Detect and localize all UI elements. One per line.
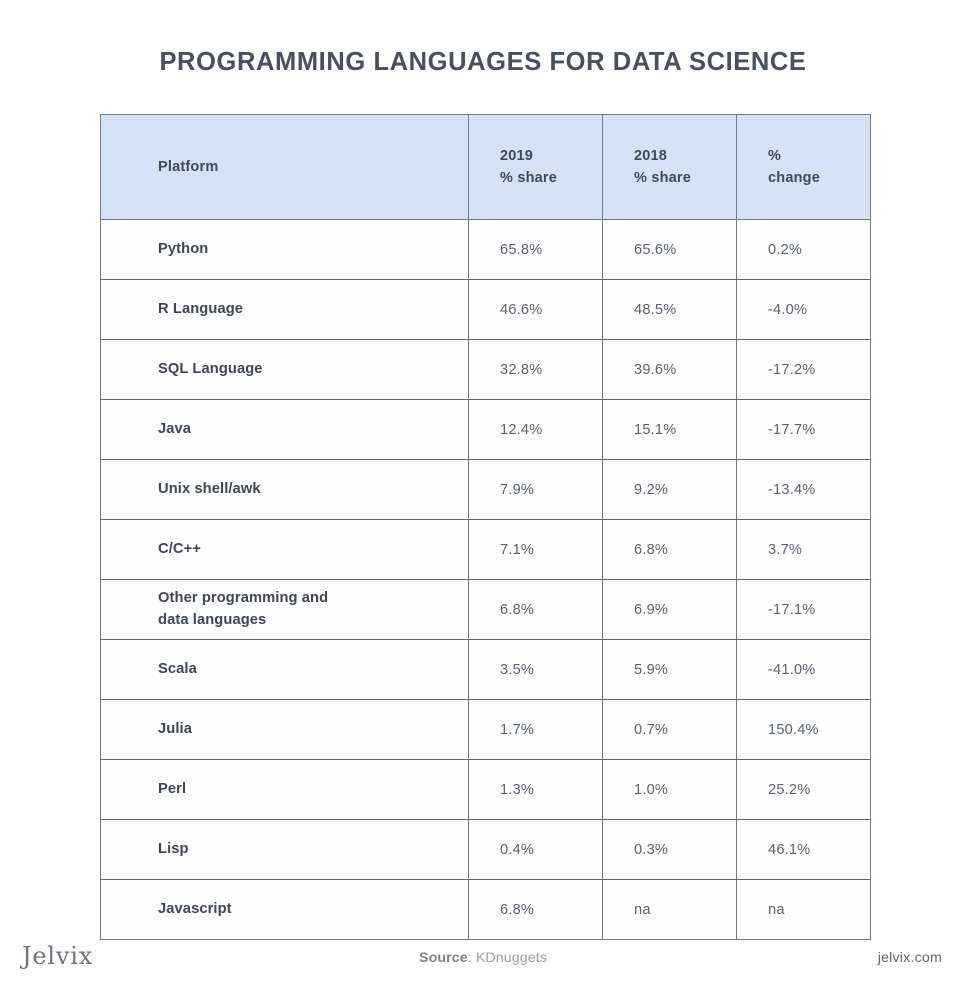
cell-share-2019: 46.6% <box>468 279 603 340</box>
cell-share-2019: 12.4% <box>468 399 603 460</box>
page-title: PROGRAMMING LANGUAGES FOR DATA SCIENCE <box>159 48 807 76</box>
table-row: Perl 1.3% 1.0% 25.2% <box>100 759 871 820</box>
cell-change: -17.7% <box>736 399 871 460</box>
cell-platform-line1: C/C++ <box>158 540 201 557</box>
cell-change: 0.2% <box>736 219 871 280</box>
column-header-share-2018: 2018 % share <box>602 114 737 220</box>
cell-change: -41.0% <box>736 639 871 700</box>
cell-platform: Unix shell/awk <box>100 459 469 520</box>
column-header-share-2019-line2: % share <box>500 170 558 186</box>
cell-share-2018: 48.5% <box>602 279 737 340</box>
cell-platform-line1: SQL Language <box>158 360 263 377</box>
column-header-change-line1: % <box>768 147 782 164</box>
source-value: KDnuggets <box>475 950 547 966</box>
table-row: Java 12.4% 15.1% -17.7% <box>100 399 871 460</box>
cell-share-2019: 7.9% <box>468 459 603 520</box>
cell-platform: Java <box>100 399 469 460</box>
cell-change: -17.2% <box>736 339 871 400</box>
cell-platform-line1: Lisp <box>158 840 189 857</box>
table-row: Julia 1.7% 0.7% 150.4% <box>100 699 871 760</box>
table-row: Lisp 0.4% 0.3% 46.1% <box>100 819 871 880</box>
cell-platform-line1: Perl <box>158 780 187 797</box>
cell-share-2018: 15.1% <box>602 399 737 460</box>
cell-share-2018: 9.2% <box>602 459 737 520</box>
column-header-change: % change <box>736 114 871 220</box>
cell-platform: Other programming and data languages <box>100 579 469 640</box>
cell-platform: C/C++ <box>100 519 469 580</box>
table-body: Python 65.8% 65.6% 0.2% R Language 46.6%… <box>100 219 871 940</box>
cell-change: -4.0% <box>736 279 871 340</box>
table-row: Other programming and data languages 6.8… <box>100 579 871 640</box>
table-row: Unix shell/awk 7.9% 9.2% -13.4% <box>100 459 871 520</box>
infographic-card: PROGRAMMING LANGUAGES FOR DATA SCIENCE P… <box>0 0 966 995</box>
table-row: SQL Language 32.8% 39.6% -17.2% <box>100 339 871 400</box>
source-label: Source <box>419 950 468 966</box>
cell-platform-line2: data languages <box>158 611 267 628</box>
cell-share-2018: 65.6% <box>602 219 737 280</box>
table-header-row: Platform 2019 % share 2018 % share % cha… <box>100 114 871 220</box>
cell-platform: Perl <box>100 759 469 820</box>
cell-share-2018: 1.0% <box>602 759 737 820</box>
footer: Jelvix Source: KDnuggets jelvix.com <box>0 930 966 995</box>
cell-share-2018: 6.9% <box>602 579 737 640</box>
cell-platform-line1: Julia <box>158 720 192 737</box>
site-url[interactable]: jelvix.com <box>878 950 942 966</box>
cell-platform-line1: R Language <box>158 300 244 317</box>
table-header: Platform 2019 % share 2018 % share % cha… <box>100 114 871 220</box>
table-row: R Language 46.6% 48.5% -4.0% <box>100 279 871 340</box>
source-note: Source: KDnuggets <box>0 950 966 966</box>
table-row: Scala 3.5% 5.9% -41.0% <box>100 639 871 700</box>
source-separator: : <box>467 950 476 966</box>
column-header-share-2019: 2019 % share <box>468 114 603 220</box>
column-header-share-2018-line2: % share <box>634 170 692 186</box>
column-header-share-2018-line1: 2018 <box>634 147 668 164</box>
cell-share-2018: 0.3% <box>602 819 737 880</box>
cell-platform-line1: Java <box>158 420 192 437</box>
cell-platform: Scala <box>100 639 469 700</box>
column-header-platform: Platform <box>100 114 469 220</box>
column-header-platform-line1: Platform <box>158 158 219 175</box>
cell-change: 25.2% <box>736 759 871 820</box>
cell-change: -13.4% <box>736 459 871 520</box>
cell-share-2019: 1.3% <box>468 759 603 820</box>
cell-platform: Python <box>100 219 469 280</box>
cell-share-2019: 65.8% <box>468 219 603 280</box>
programming-languages-table: Platform 2019 % share 2018 % share % cha… <box>100 114 871 940</box>
cell-platform-line1: Scala <box>158 660 197 677</box>
cell-share-2019: 1.7% <box>468 699 603 760</box>
cell-change: -17.1% <box>736 579 871 640</box>
cell-share-2019: 7.1% <box>468 519 603 580</box>
cell-platform: Lisp <box>100 819 469 880</box>
cell-platform-line1: Javascript <box>158 900 232 917</box>
cell-share-2018: 5.9% <box>602 639 737 700</box>
cell-share-2018: 39.6% <box>602 339 737 400</box>
cell-share-2018: 6.8% <box>602 519 737 580</box>
cell-platform-line1: Python <box>158 240 209 257</box>
column-header-change-line2: change <box>768 170 820 186</box>
table-container: Platform 2019 % share 2018 % share % cha… <box>100 114 871 940</box>
cell-change: 150.4% <box>736 699 871 760</box>
cell-change: 46.1% <box>736 819 871 880</box>
title-container: PROGRAMMING LANGUAGES FOR DATA SCIENCE <box>0 0 966 78</box>
cell-share-2018: 0.7% <box>602 699 737 760</box>
cell-platform: R Language <box>100 279 469 340</box>
cell-platform: Julia <box>100 699 469 760</box>
table-row: Python 65.8% 65.6% 0.2% <box>100 219 871 280</box>
cell-share-2019: 32.8% <box>468 339 603 400</box>
cell-share-2019: 0.4% <box>468 819 603 880</box>
table-row: C/C++ 7.1% 6.8% 3.7% <box>100 519 871 580</box>
cell-platform: SQL Language <box>100 339 469 400</box>
cell-share-2019: 3.5% <box>468 639 603 700</box>
cell-platform-line1: Other programming and <box>158 590 329 607</box>
cell-change: 3.7% <box>736 519 871 580</box>
cell-share-2019: 6.8% <box>468 579 603 640</box>
cell-platform-line1: Unix shell/awk <box>158 480 261 497</box>
column-header-share-2019-line1: 2019 <box>500 147 534 164</box>
